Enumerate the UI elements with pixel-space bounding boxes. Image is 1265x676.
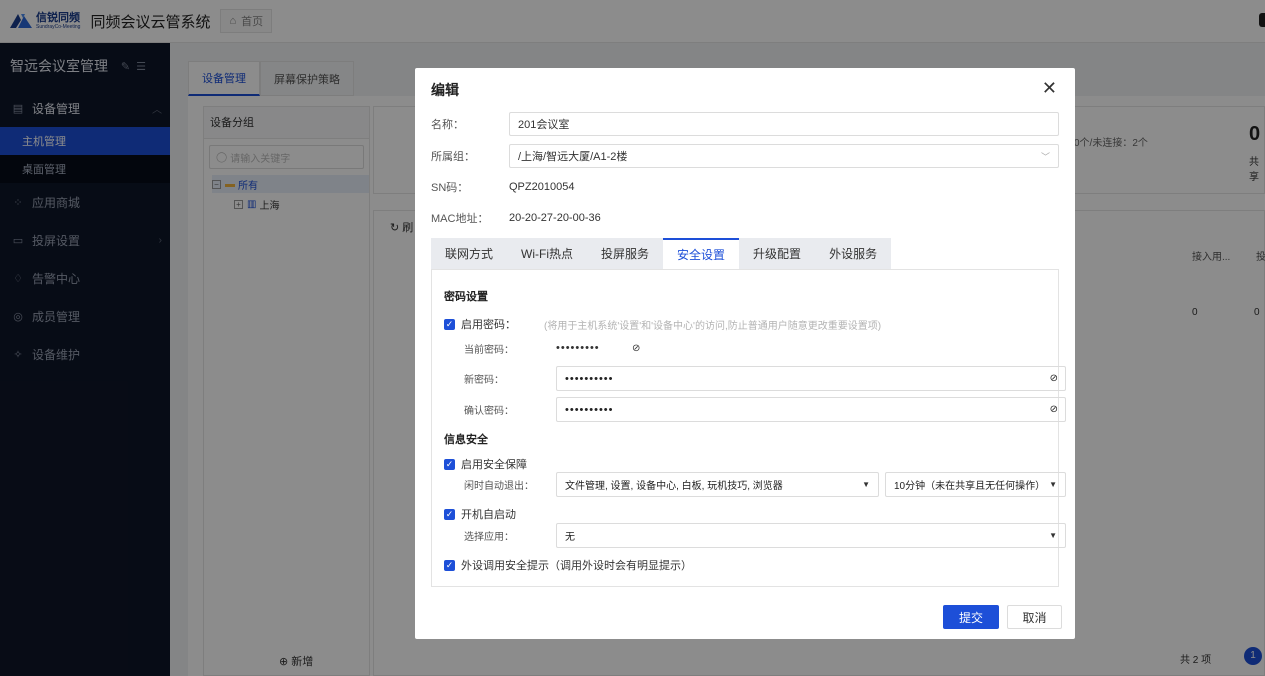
sn-value: QPZ2010054 [509, 181, 575, 193]
close-icon[interactable]: ✕ [1042, 78, 1057, 99]
tab-network[interactable]: 联网方式 [431, 238, 508, 269]
mac-label: MAC地址： [431, 213, 489, 225]
enable-password-row: ✓ 启用密码： (将用于主机系统'设置'和'设备中心'的访问,防止普通用户随意更… [444, 316, 881, 332]
password-section-title: 密码设置 [444, 291, 488, 303]
current-password-label: 当前密码： [464, 344, 514, 356]
new-password-label: 新密码： [464, 375, 504, 386]
confirm-password-input[interactable]: •••••••••• ⊘ [556, 397, 1066, 422]
group-value: /上海/智远大厦/A1-2楼 [518, 151, 628, 163]
dialog-title: 编辑 [431, 82, 459, 98]
peripheral-warning-row: ✓ 外设调用安全提示（调用外设时会有明显提示） [444, 557, 692, 573]
enable-password-label: 启用密码： [461, 319, 516, 331]
choose-app-row: 选择应用： 无 ▼ [464, 523, 1066, 548]
choose-app-value: 无 [565, 532, 575, 543]
tab-upgrade[interactable]: 升级配置 [739, 238, 816, 269]
enable-security-row: ✓ 启用安全保障 [444, 456, 527, 472]
name-input[interactable]: 201会议室 [509, 112, 1059, 136]
mac-row: MAC地址： 20-20-27-20-00-36 [431, 206, 1059, 230]
info-security-section-title: 信息安全 [444, 434, 488, 446]
name-label: 名称： [431, 119, 464, 131]
confirm-password-label: 确认密码： [464, 406, 514, 417]
caret-down-icon: ▼ [1049, 480, 1057, 489]
choose-app-select[interactable]: 无 ▼ [556, 523, 1066, 548]
tab-cast-service[interactable]: 投屏服务 [587, 238, 664, 269]
password-hint: (将用于主机系统'设置'和'设备中心'的访问,防止普通用户随意更改重要设置项) [544, 320, 882, 332]
group-select[interactable]: /上海/智远大厦/A1-2楼 ﹀ [509, 144, 1059, 168]
confirm-password-row: 确认密码： •••••••••• ⊘ [464, 397, 1066, 422]
peripheral-warning-label: 外设调用安全提示（调用外设时会有明显提示） [461, 560, 692, 572]
name-row: 名称： 201会议室 [431, 112, 1059, 136]
tab-security[interactable]: 安全设置 [663, 238, 740, 269]
enable-security-checkbox[interactable]: ✓ [444, 458, 455, 470]
confirm-password-value: •••••••••• [565, 403, 614, 416]
enable-password-checkbox[interactable]: ✓ [444, 318, 455, 330]
cancel-button[interactable]: 取消 [1007, 605, 1062, 629]
new-password-input[interactable]: •••••••••• ⊘ [556, 366, 1066, 391]
submit-button[interactable]: 提交 [943, 605, 999, 629]
sn-row: SN码： QPZ2010054 [431, 175, 1059, 199]
current-password-value: ••••••••• [556, 342, 600, 354]
caret-down-icon: ▼ [1049, 531, 1057, 540]
new-password-value: •••••••••• [565, 372, 614, 385]
peripheral-warning-checkbox[interactable]: ✓ [444, 559, 455, 571]
tab-wifi-hotspot[interactable]: Wi-Fi热点 [507, 238, 588, 269]
autostart-label: 开机自启动 [461, 509, 516, 521]
sn-label: SN码： [431, 182, 469, 194]
security-tab-content: 密码设置 ✓ 启用密码： (将用于主机系统'设置'和'设备中心'的访问,防止普通… [431, 269, 1066, 587]
name-value: 201会议室 [518, 119, 570, 131]
group-label: 所属组： [431, 151, 475, 163]
idle-exit-row: 闲时自动退出： 文件管理, 设置, 设备中心, 白板, 玩机技巧, 浏览器 ▼ … [464, 472, 1066, 497]
settings-tabs: 联网方式 Wi-Fi热点 投屏服务 安全设置 升级配置 外设服务 [431, 238, 892, 269]
autostart-row: ✓ 开机自启动 [444, 506, 516, 522]
enable-security-label: 启用安全保障 [461, 459, 527, 471]
choose-app-label: 选择应用： [464, 532, 514, 543]
idle-exit-label: 闲时自动退出： [464, 481, 534, 492]
eye-off-icon[interactable]: ⊘ [1050, 373, 1059, 384]
mac-value: 20-20-27-20-00-36 [509, 212, 601, 224]
chevron-down-icon: ﹀ [1040, 151, 1050, 162]
group-row: 所属组： /上海/智远大厦/A1-2楼 ﹀ [431, 144, 1059, 168]
new-password-row: 新密码： •••••••••• ⊘ [464, 366, 1066, 391]
autostart-checkbox[interactable]: ✓ [444, 508, 455, 520]
idle-apps-value: 文件管理, 设置, 设备中心, 白板, 玩机技巧, 浏览器 [565, 481, 783, 492]
eye-off-icon[interactable]: ⊘ [632, 343, 640, 354]
caret-down-icon: ▼ [862, 480, 870, 489]
idle-apps-select[interactable]: 文件管理, 设置, 设备中心, 白板, 玩机技巧, 浏览器 ▼ [556, 472, 879, 497]
current-password-row: 当前密码： ••••••••• ⊘ [464, 340, 640, 356]
idle-time-select[interactable]: 10分钟（未在共享且无任何操作） ▼ [885, 472, 1066, 497]
edit-dialog: 编辑 ✕ 名称： 201会议室 所属组： /上海/智远大厦/A1-2楼 ﹀ SN… [415, 68, 1075, 639]
tab-peripheral[interactable]: 外设服务 [815, 238, 892, 269]
eye-off-icon[interactable]: ⊘ [1050, 404, 1059, 415]
idle-time-value: 10分钟（未在共享且无任何操作） [894, 481, 1046, 492]
